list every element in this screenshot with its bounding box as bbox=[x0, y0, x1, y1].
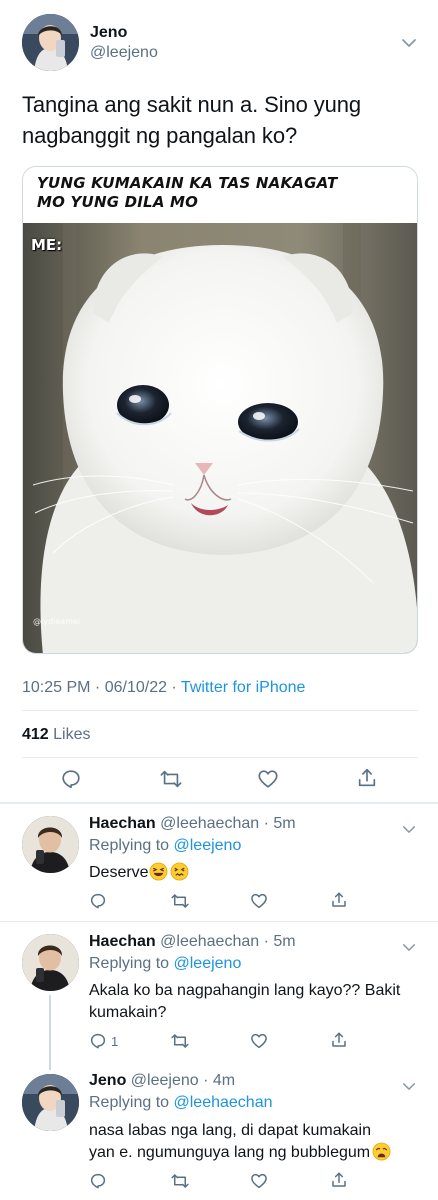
thread-line bbox=[49, 995, 51, 1070]
chevron-down-icon[interactable] bbox=[402, 939, 416, 957]
reply-count: 1 bbox=[111, 1034, 119, 1049]
confounded-emoji bbox=[170, 862, 189, 881]
chevron-down-icon[interactable] bbox=[402, 1078, 416, 1096]
like-icon[interactable] bbox=[257, 768, 279, 790]
reply-author-name[interactable]: Jeno bbox=[89, 1072, 126, 1089]
reply-text-line-body: yan e. ngumunguya lang ng bubblegum bbox=[89, 1144, 371, 1161]
reply-text-body: Deserve bbox=[89, 864, 149, 881]
timestamp-text: 10:25 PM · 06/10/22 · bbox=[22, 679, 181, 696]
meme-label: ME: bbox=[31, 236, 63, 254]
reply-text-line: yan e. ngumunguya lang ng bubblegum bbox=[89, 1142, 434, 1164]
likes-label: Likes bbox=[53, 726, 91, 743]
likes-number: 412 bbox=[22, 726, 49, 743]
reply-author-name[interactable]: Haechan bbox=[89, 933, 156, 950]
reply-header: Haechan @leehaechan · 5m bbox=[89, 815, 296, 833]
reply-author-name[interactable]: Haechan bbox=[89, 815, 156, 832]
reply-header: Haechan @leehaechan · 5m bbox=[89, 933, 296, 951]
reply-text-line: kumakain? bbox=[89, 1004, 167, 1021]
replying-label: Replying to bbox=[89, 837, 170, 854]
tweet-text: Tangina ang sakit nun a. Sino yung nagba… bbox=[22, 89, 422, 151]
reply-icon[interactable] bbox=[89, 892, 107, 910]
chevron-down-icon[interactable] bbox=[402, 821, 416, 839]
meme-caption: YUNG KUMAKAIN KA TAS NAKAGAT MO YUNG DIL… bbox=[23, 167, 417, 223]
like-icon[interactable] bbox=[250, 1032, 268, 1050]
reply-text: Deserve bbox=[89, 862, 189, 884]
retweet-icon[interactable] bbox=[170, 1172, 190, 1190]
reply-text: nasa labas nga lang, di dapat kumakain y… bbox=[89, 1120, 434, 1164]
replying-to: Replying to @leejeno bbox=[89, 955, 241, 973]
share-icon[interactable] bbox=[330, 1171, 348, 1189]
reply-text-line: nasa labas nga lang, di dapat kumakain bbox=[89, 1122, 371, 1139]
meme-caption-line: MO YUNG DILA MO bbox=[37, 193, 199, 211]
like-icon[interactable] bbox=[250, 892, 268, 910]
author-avatar[interactable] bbox=[22, 14, 79, 71]
likes-count[interactable]: 412 Likes bbox=[22, 726, 91, 744]
divider bbox=[0, 802, 438, 804]
divider bbox=[22, 757, 418, 758]
divider bbox=[0, 921, 438, 922]
tweet-text-line: Tangina ang sakit nun a. Sino yung bbox=[22, 92, 362, 117]
reply-avatar[interactable] bbox=[22, 934, 79, 991]
replying-mention[interactable]: @leejeno bbox=[174, 955, 242, 972]
laughing-squint-emoji bbox=[149, 862, 168, 881]
chevron-down-icon[interactable] bbox=[401, 35, 417, 53]
retweet-icon[interactable] bbox=[170, 892, 190, 910]
share-icon[interactable] bbox=[356, 767, 378, 789]
share-icon[interactable] bbox=[330, 891, 348, 909]
reply-header: Jeno @leejeno · 4m bbox=[89, 1072, 235, 1090]
share-icon[interactable] bbox=[330, 1031, 348, 1049]
tweet-source-link[interactable]: Twitter for iPhone bbox=[181, 679, 306, 696]
tweet-image[interactable]: YUNG KUMAKAIN KA TAS NAKAGAT MO YUNG DIL… bbox=[22, 166, 418, 654]
retweet-icon[interactable] bbox=[170, 1032, 190, 1050]
reply-icon[interactable] bbox=[60, 768, 82, 790]
replying-to: Replying to @leehaechan bbox=[89, 1094, 272, 1112]
reply-author-handle[interactable]: @leejeno · 4m bbox=[131, 1072, 235, 1089]
reply-avatar[interactable] bbox=[22, 816, 79, 873]
tweet-text-line: nagbanggit ng pangalan ko? bbox=[22, 123, 298, 148]
like-icon[interactable] bbox=[250, 1172, 268, 1190]
reply-text-line: Akala ko ba nagpahangin lang kayo?? Baki… bbox=[89, 982, 401, 999]
replying-label: Replying to bbox=[89, 955, 170, 972]
image-watermark: @lydiaamei bbox=[33, 617, 80, 626]
author-name[interactable]: Jeno bbox=[90, 24, 127, 42]
reply-author-handle[interactable]: @leehaechan · 5m bbox=[160, 815, 295, 832]
reply-avatar[interactable] bbox=[22, 1074, 79, 1131]
reply-icon[interactable] bbox=[89, 1172, 107, 1190]
replying-mention[interactable]: @leehaechan bbox=[174, 1094, 273, 1111]
retweet-icon[interactable] bbox=[159, 768, 183, 790]
meme-caption-line: YUNG KUMAKAIN KA TAS NAKAGAT bbox=[37, 174, 338, 192]
reply-icon[interactable] bbox=[89, 1032, 107, 1050]
weary-emoji bbox=[372, 1142, 391, 1161]
replying-mention[interactable]: @leejeno bbox=[174, 837, 242, 854]
reply-text: Akala ko ba nagpahangin lang kayo?? Baki… bbox=[89, 980, 429, 1024]
replying-to: Replying to @leejeno bbox=[89, 837, 241, 855]
divider bbox=[22, 710, 418, 711]
author-handle[interactable]: @leejeno bbox=[90, 44, 158, 62]
crying-cat-image bbox=[23, 223, 417, 653]
reply-author-handle[interactable]: @leehaechan · 5m bbox=[160, 933, 295, 950]
tweet-timestamp: 10:25 PM · 06/10/22 · Twitter for iPhone bbox=[22, 679, 305, 697]
replying-label: Replying to bbox=[89, 1094, 170, 1111]
